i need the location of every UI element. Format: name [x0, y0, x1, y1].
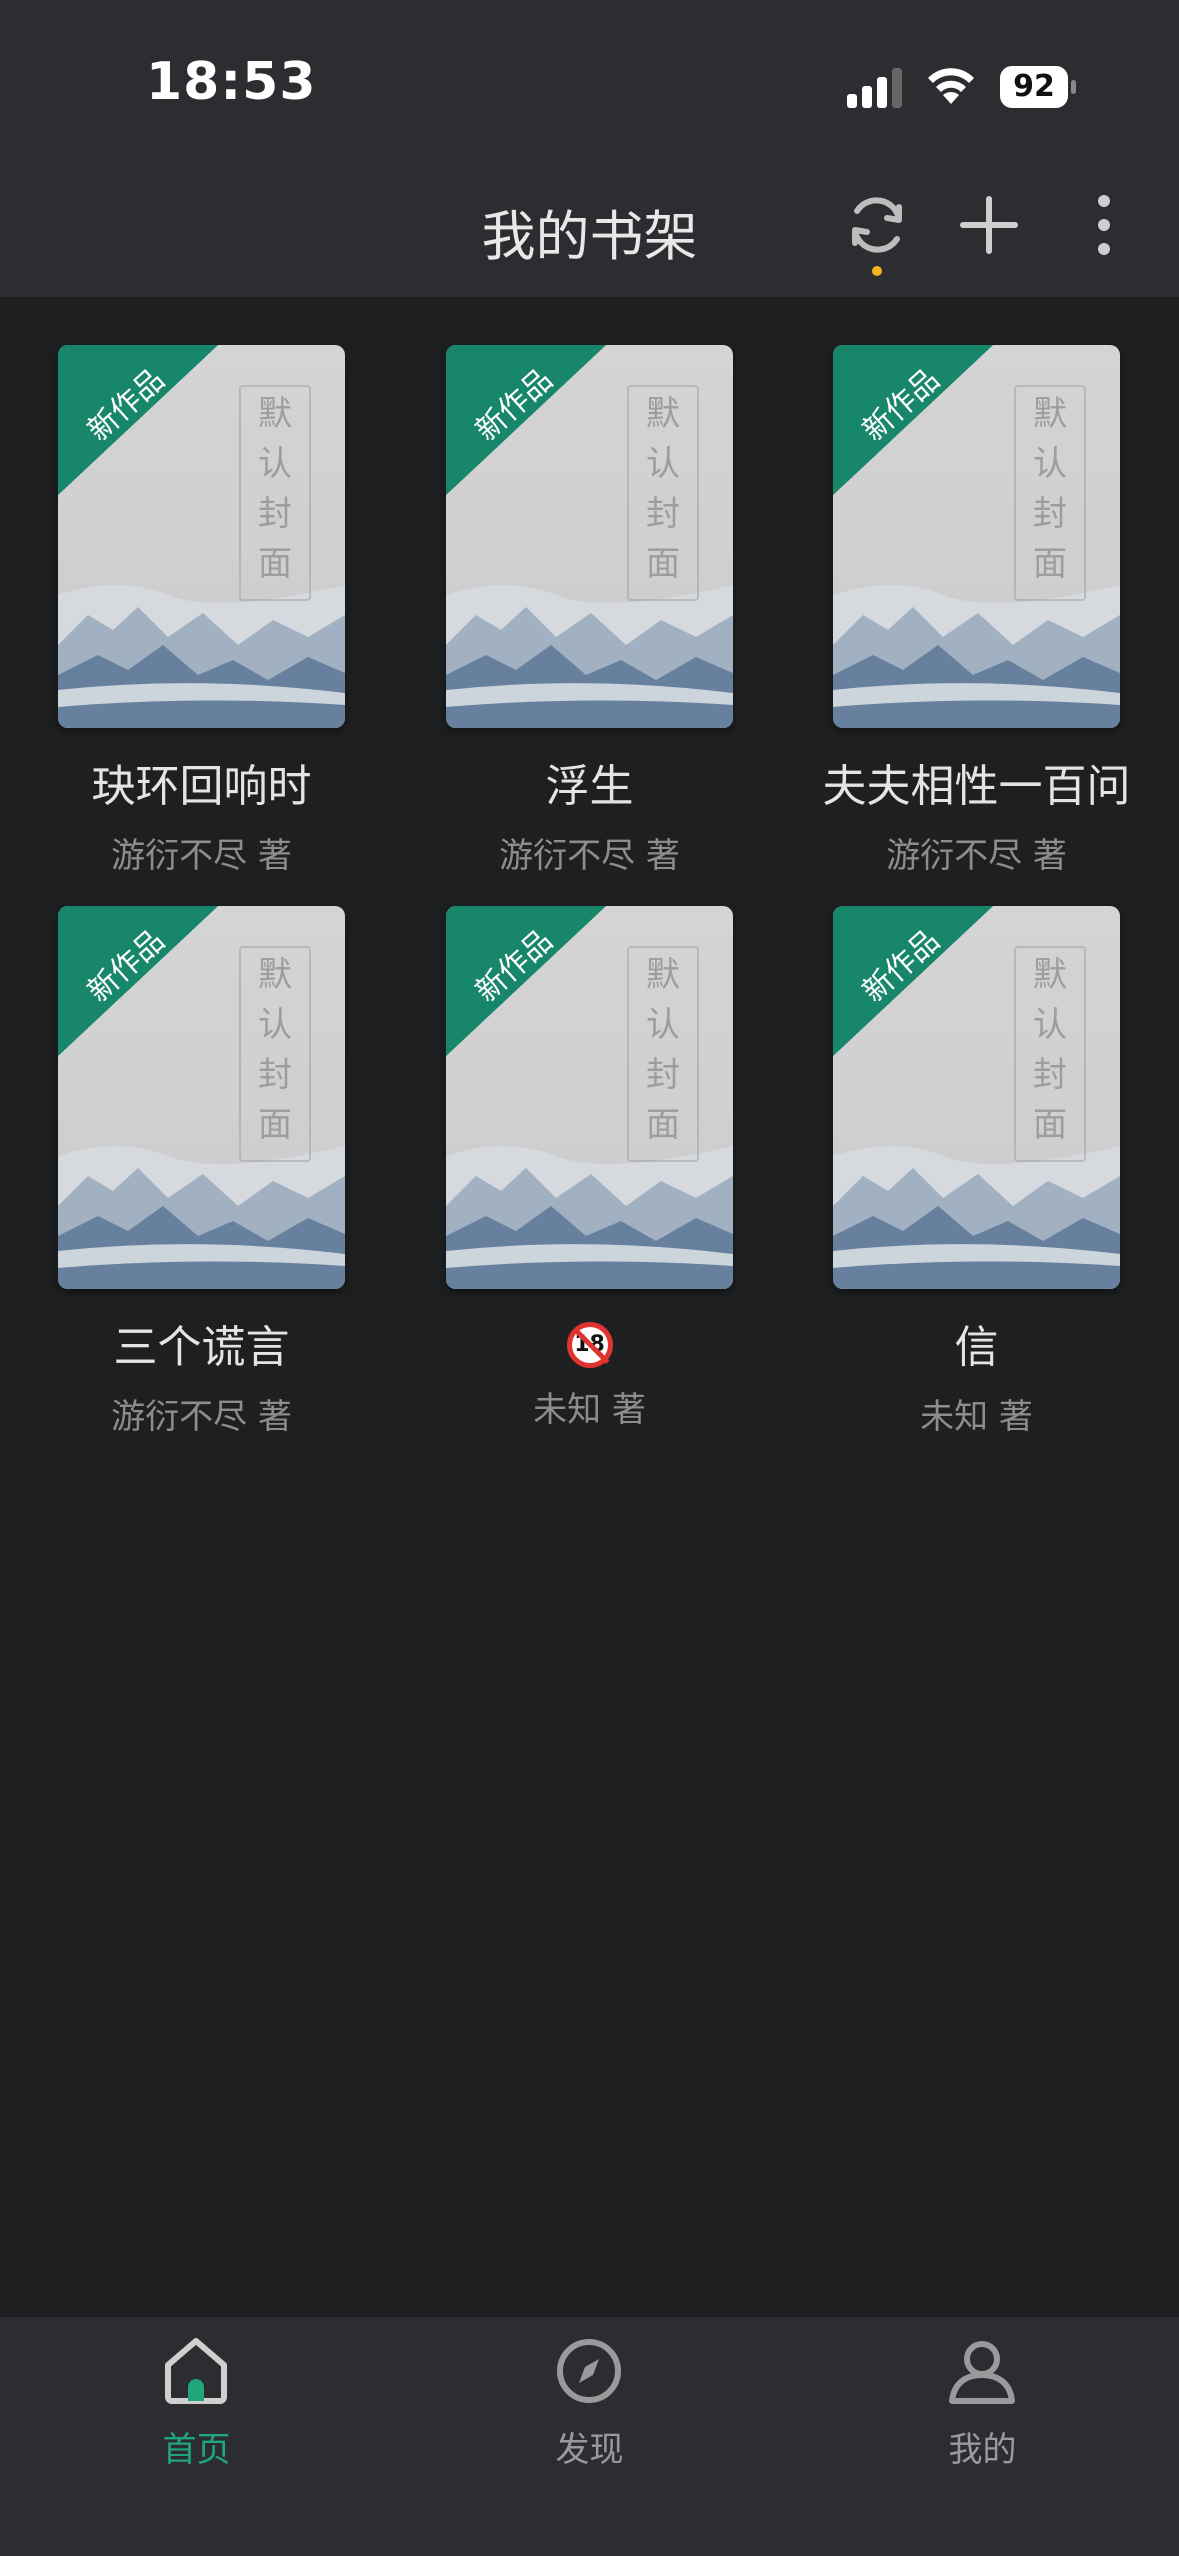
cover-label-char: 封: [646, 494, 680, 534]
cover-label-char: 面: [1033, 544, 1067, 584]
cover-label-char: 面: [1033, 1105, 1067, 1145]
cover-label-char: 面: [646, 544, 680, 584]
cover-label-char: 封: [1033, 494, 1067, 534]
book-cover[interactable]: 新作品默认封面: [446, 906, 733, 1289]
book-author: 游衍不尽 著: [111, 1397, 292, 1437]
book-item[interactable]: 新作品默认封面 信 未知 著: [783, 906, 1170, 1438]
book-cover[interactable]: 新作品默认封面: [833, 345, 1120, 728]
tab-home[interactable]: 首页: [0, 2317, 393, 2556]
refresh-icon[interactable]: [837, 185, 917, 265]
top-bar: 18:53 92 我的书架: [0, 0, 1179, 297]
book-cover[interactable]: 新作品默认封面: [833, 906, 1120, 1289]
default-cover-label: 默认封面: [239, 946, 311, 1162]
cover-label-char: 封: [258, 494, 292, 534]
cover-label-char: 认: [1033, 444, 1067, 484]
ribbon-text: 新作品: [81, 923, 171, 1009]
cover-label-char: 面: [258, 544, 292, 584]
book-title: 玦环回响时: [91, 761, 312, 812]
book-item[interactable]: 新作品默认封面 18 未知 著: [396, 906, 783, 1431]
tab-label: 首页: [162, 2430, 231, 2470]
cover-label-char: 认: [258, 1005, 292, 1045]
battery-level: 92: [1000, 66, 1068, 108]
cover-label-char: 认: [646, 444, 680, 484]
refresh-status-dot: [872, 266, 882, 276]
book-author: 未知 著: [920, 1397, 1033, 1437]
cover-label-char: 面: [258, 1105, 292, 1145]
compass-icon: [557, 2339, 621, 2403]
cellular-signal-icon: [847, 68, 902, 108]
default-cover-label: 默认封面: [1014, 385, 1086, 601]
cover-label-char: 封: [1033, 1055, 1067, 1095]
book-item[interactable]: 新作品默认封面 三个谎言 游衍不尽 著: [8, 906, 395, 1438]
default-cover-label: 默认封面: [627, 946, 699, 1162]
tab-mine[interactable]: 我的: [786, 2317, 1179, 2556]
battery-indicator: 92: [1000, 66, 1076, 108]
cover-label-char: 面: [646, 1105, 680, 1145]
book-item[interactable]: 新作品默认封面 浮生 游衍不尽 著: [396, 345, 783, 877]
home-icon: [165, 2338, 227, 2404]
cover-label-char: 默: [646, 394, 680, 434]
book-title: 信: [954, 1322, 999, 1373]
book-author: 游衍不尽 著: [499, 836, 680, 876]
status-time: 18:53: [146, 52, 317, 112]
tab-label: 发现: [555, 2430, 624, 2470]
ribbon-text: 新作品: [81, 362, 171, 448]
bottom-tab-bar: 首页 发现 我的: [0, 2317, 1179, 2556]
tab-label: 我的: [948, 2430, 1017, 2470]
tab-discover[interactable]: 发现: [393, 2317, 786, 2556]
plus-icon[interactable]: [949, 185, 1029, 265]
cover-label-char: 封: [646, 1055, 680, 1095]
cover-label-char: 默: [1033, 955, 1067, 995]
default-cover-label: 默认封面: [627, 385, 699, 601]
user-icon: [949, 2341, 1015, 2404]
cover-label-char: 封: [258, 1055, 292, 1095]
default-cover-label: 默认封面: [1014, 946, 1086, 1162]
book-cover[interactable]: 新作品默认封面: [58, 906, 345, 1289]
cover-label-char: 默: [646, 955, 680, 995]
book-author: 游衍不尽 著: [111, 836, 292, 876]
book-author: 游衍不尽 著: [886, 836, 1067, 876]
cover-label-char: 默: [258, 394, 292, 434]
ribbon-text: 新作品: [856, 923, 946, 1009]
book-item[interactable]: 新作品默认封面 玦环回响时 游衍不尽 著: [8, 345, 395, 877]
ribbon-text: 新作品: [469, 923, 559, 1009]
book-author: 未知 著: [533, 1390, 646, 1430]
book-item[interactable]: 新作品默认封面 夫夫相性一百问 游衍不尽 著: [783, 345, 1170, 877]
wifi-icon: [928, 68, 974, 104]
book-title: 18: [396, 1311, 783, 1368]
cover-label-char: 认: [646, 1005, 680, 1045]
default-cover-label: 默认封面: [239, 385, 311, 601]
cover-label-char: 默: [1033, 394, 1067, 434]
cover-label-char: 认: [1033, 1005, 1067, 1045]
cover-label-char: 认: [258, 444, 292, 484]
no-under-18-icon: 18: [566, 1322, 613, 1368]
more-vertical-icon[interactable]: [1064, 185, 1144, 265]
book-title: 浮生: [545, 761, 634, 812]
ribbon-text: 新作品: [469, 362, 559, 448]
book-title: 三个谎言: [113, 1322, 290, 1373]
book-cover[interactable]: 新作品默认封面: [58, 345, 345, 728]
battery-cap: [1071, 80, 1076, 94]
cover-label-char: 默: [258, 955, 292, 995]
ribbon-text: 新作品: [856, 362, 946, 448]
book-cover[interactable]: 新作品默认封面: [446, 345, 733, 728]
book-title: 夫夫相性一百问: [822, 761, 1131, 812]
